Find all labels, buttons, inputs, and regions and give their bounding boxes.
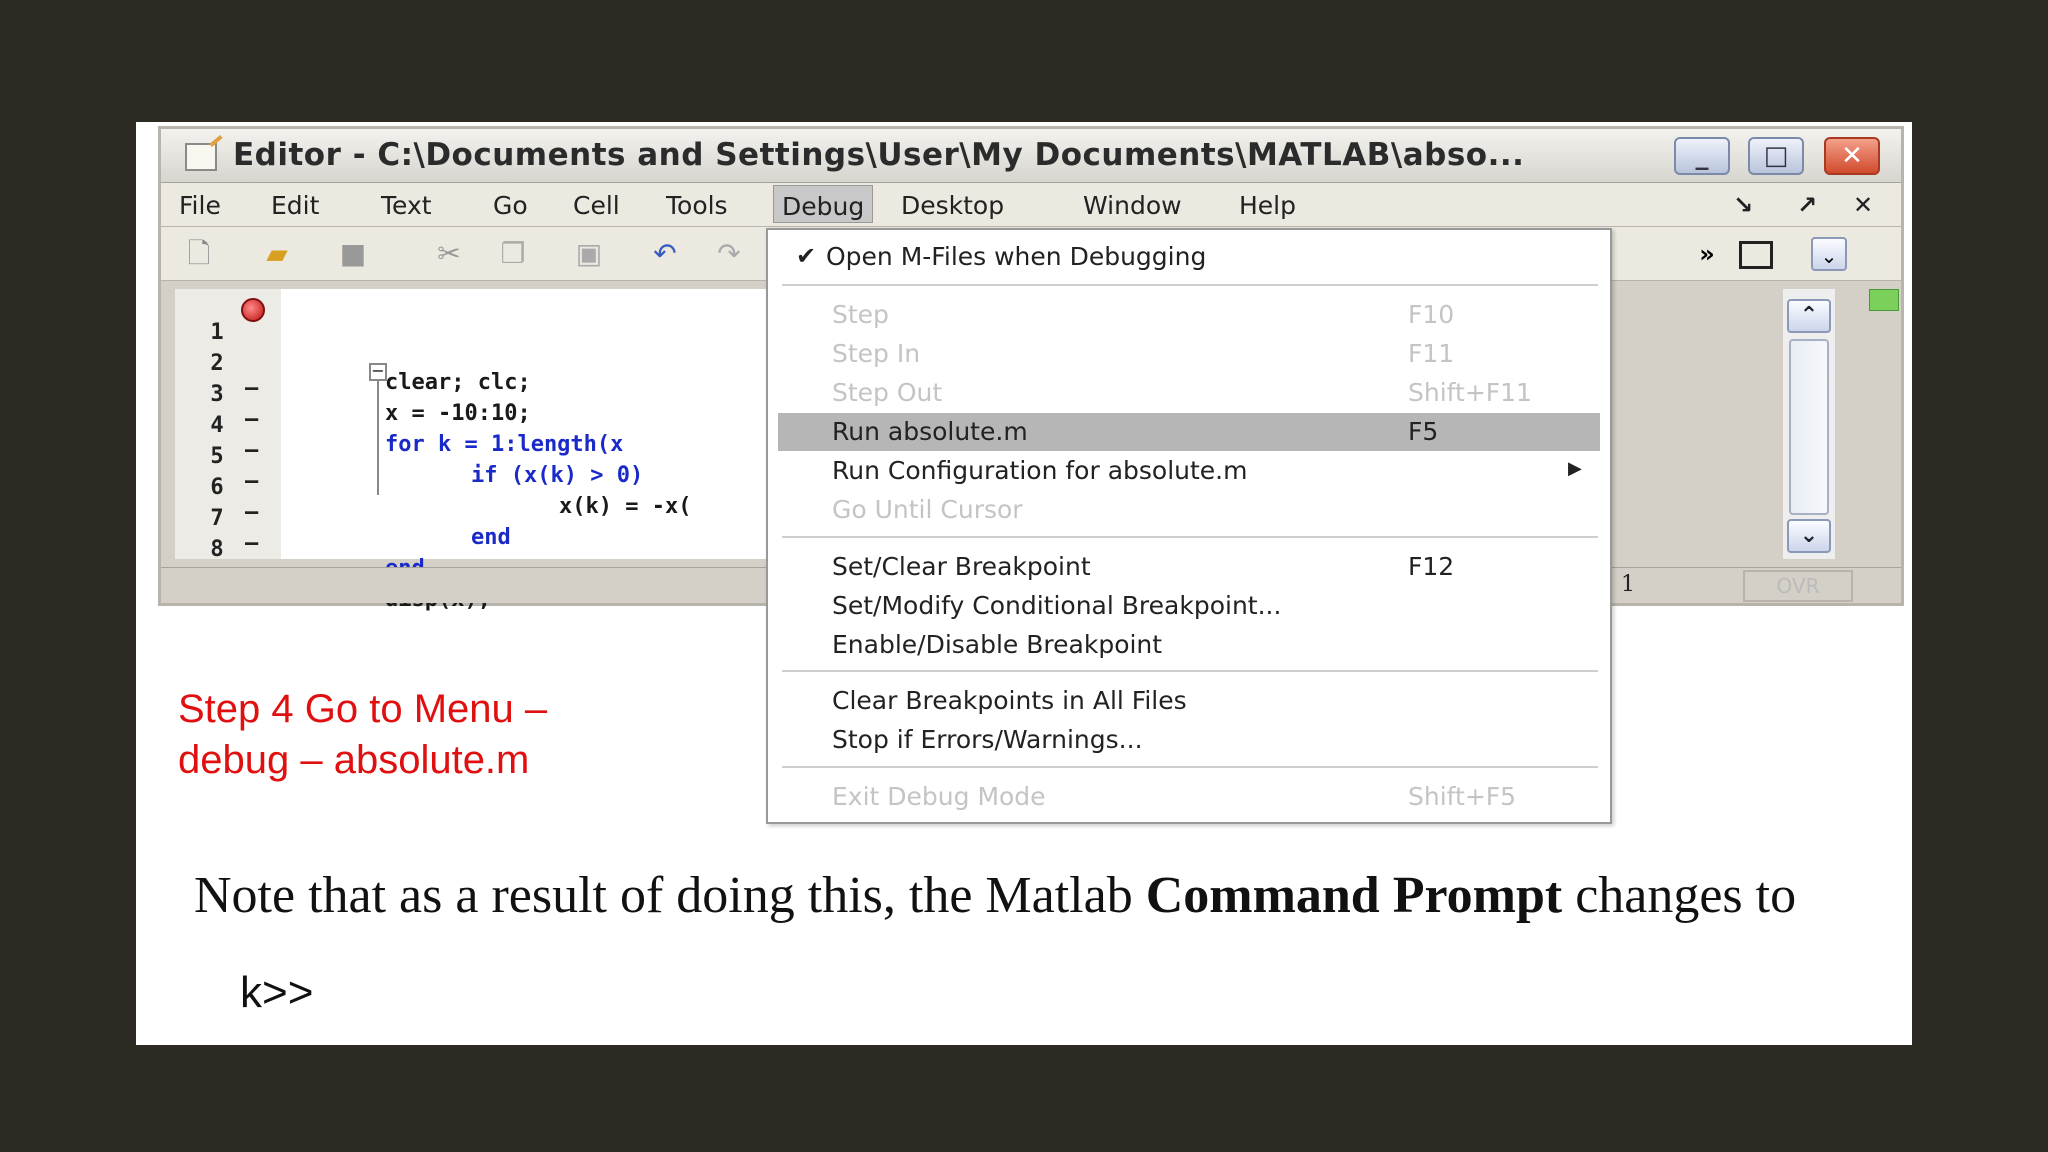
- cursor-position: 1: [1621, 572, 1635, 597]
- menu-debug[interactable]: Debug: [773, 185, 874, 223]
- menu-item-label: Go Until Cursor: [832, 495, 1023, 524]
- menu-item-label: Step: [832, 300, 889, 329]
- vertical-scrollbar[interactable]: ⌃ ⌄: [1783, 289, 1835, 559]
- cut-icon[interactable]: ✂: [431, 237, 467, 271]
- menu-stop-if-errors-warnings[interactable]: Stop if Errors/Warnings...: [778, 721, 1600, 759]
- menu-item-label: Stop if Errors/Warnings...: [832, 725, 1143, 754]
- separator: [782, 766, 1598, 768]
- menu-step-in[interactable]: Step In F11: [778, 335, 1600, 373]
- window-layout-icon[interactable]: [1739, 241, 1773, 269]
- menu-go-until-cursor[interactable]: Go Until Cursor: [778, 491, 1600, 529]
- minimize-button[interactable]: _: [1674, 137, 1730, 175]
- menu-clear-breakpoints-all-files[interactable]: Clear Breakpoints in All Files: [778, 682, 1600, 720]
- menu-item-shortcut: Shift+F5: [1408, 782, 1517, 811]
- menu-item-label: Step In: [832, 339, 921, 368]
- breakpoint-icon[interactable]: [241, 298, 265, 322]
- note-paragraph: Note that as a result of doing this, the…: [194, 866, 1904, 925]
- new-file-icon[interactable]: 🗋: [181, 237, 217, 271]
- menu-go[interactable]: Go: [493, 191, 528, 220]
- step-instruction: Step 4 Go to Menu – debug – absolute.m: [178, 687, 548, 782]
- separator: [782, 284, 1598, 286]
- menu-step-out[interactable]: Step Out Shift+F11: [778, 374, 1600, 412]
- menu-item-label: Run Configuration for absolute.m: [832, 456, 1248, 485]
- debug-dropdown-menu: ✔ Open M-Files when Debugging Step F10 S…: [766, 228, 1612, 824]
- editor-icon: [185, 143, 217, 171]
- submenu-arrow-icon: ▶: [1568, 458, 1582, 479]
- menu-set-clear-breakpoint[interactable]: Set/Clear Breakpoint F12: [778, 548, 1600, 586]
- menu-text[interactable]: Text: [381, 191, 432, 220]
- separator: [782, 536, 1598, 538]
- menu-item-label: Set/Clear Breakpoint: [832, 552, 1091, 581]
- menu-item-label: Clear Breakpoints in All Files: [832, 686, 1187, 715]
- close-doc-icon[interactable]: ✕: [1853, 191, 1873, 219]
- menu-item-label: Run absolute.m: [832, 417, 1028, 446]
- menu-open-mfiles-when-debugging[interactable]: ✔ Open M-Files when Debugging: [778, 238, 1600, 276]
- menu-item-label: Open M-Files when Debugging: [826, 242, 1207, 271]
- menu-help[interactable]: Help: [1239, 191, 1296, 220]
- menu-exit-debug-mode[interactable]: Exit Debug Mode Shift+F5: [778, 778, 1600, 816]
- menu-item-shortcut: Shift+F11: [1408, 378, 1532, 407]
- note-text-end: changes to: [1562, 867, 1797, 924]
- status-indicator: [1869, 289, 1899, 311]
- menu-set-modify-conditional-breakpoint[interactable]: Set/Modify Conditional Breakpoint...: [778, 587, 1600, 625]
- maximize-button[interactable]: □: [1748, 137, 1804, 175]
- dock-icon[interactable]: ↗: [1797, 191, 1817, 219]
- menu-step[interactable]: Step F10: [778, 296, 1600, 334]
- menu-cell[interactable]: Cell: [573, 191, 620, 220]
- title-bar: Editor - C:\Documents and Settings\User\…: [161, 129, 1901, 183]
- menu-run-configuration[interactable]: Run Configuration for absolute.m ▶: [778, 452, 1600, 490]
- checkmark-icon: ✔: [796, 242, 817, 270]
- open-folder-icon[interactable]: ▰: [259, 237, 295, 271]
- menu-window[interactable]: Window: [1083, 191, 1182, 220]
- layout-dropdown-icon[interactable]: ⌄: [1811, 237, 1847, 271]
- menu-run-absolute[interactable]: Run absolute.m F5: [778, 413, 1600, 451]
- scroll-thumb[interactable]: [1789, 339, 1829, 515]
- menu-item-shortcut: F10: [1408, 300, 1455, 329]
- paste-icon[interactable]: ▣: [571, 237, 607, 271]
- menu-bar: File Edit Text Go Cell Tools Debug Deskt…: [161, 183, 1901, 227]
- menu-item-shortcut: F12: [1408, 552, 1455, 581]
- window-title: Editor - C:\Documents and Settings\User\…: [233, 137, 1525, 173]
- menu-desktop[interactable]: Desktop: [901, 191, 1004, 220]
- menu-item-label: Enable/Disable Breakpoint: [832, 630, 1163, 659]
- menu-item-shortcut: F5: [1408, 417, 1439, 446]
- scroll-up-icon[interactable]: ⌃: [1787, 299, 1831, 333]
- menu-item-label: Step Out: [832, 378, 943, 407]
- slide: Editor - C:\Documents and Settings\User\…: [136, 122, 1912, 1045]
- more-tools-icon[interactable]: »: [1689, 237, 1725, 271]
- undo-icon[interactable]: ↶: [647, 237, 683, 271]
- note-bold-text: Command Prompt: [1145, 867, 1563, 924]
- undock-icon[interactable]: ↘: [1733, 191, 1753, 219]
- overwrite-indicator: OVR: [1743, 570, 1853, 602]
- menu-item-label: Set/Modify Conditional Breakpoint...: [832, 591, 1282, 620]
- command-prompt-text: k>>: [240, 968, 314, 1017]
- menu-item-shortcut: F11: [1408, 339, 1455, 368]
- menu-edit[interactable]: Edit: [271, 191, 319, 220]
- close-button[interactable]: ✕: [1824, 137, 1880, 175]
- scroll-down-icon[interactable]: ⌄: [1787, 519, 1831, 553]
- note-text: Note that as a result of doing this, the…: [194, 867, 1146, 924]
- separator: [782, 670, 1598, 672]
- menu-enable-disable-breakpoint[interactable]: Enable/Disable Breakpoint: [778, 626, 1600, 664]
- redo-icon[interactable]: ↷: [711, 237, 747, 271]
- menu-file[interactable]: File: [179, 191, 221, 220]
- copy-icon[interactable]: ❐: [495, 237, 531, 271]
- menu-tools[interactable]: Tools: [666, 191, 728, 220]
- save-icon[interactable]: ■: [335, 237, 371, 271]
- menu-item-label: Exit Debug Mode: [832, 782, 1046, 811]
